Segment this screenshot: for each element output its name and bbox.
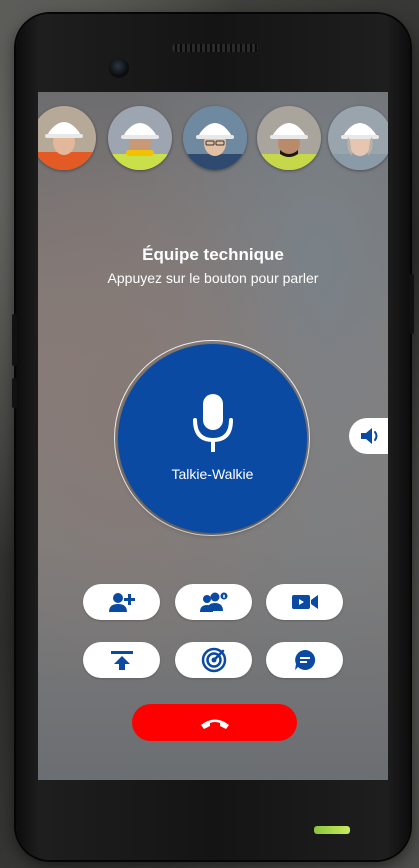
group-info-button[interactable]	[175, 584, 252, 620]
volume-button[interactable]	[349, 418, 388, 454]
avatar-photo	[257, 106, 321, 170]
upload-icon	[110, 651, 133, 670]
group-info-icon	[199, 591, 228, 612]
video-call-icon	[291, 595, 318, 609]
message-icon	[294, 649, 315, 670]
participant-avatar[interactable]	[257, 106, 321, 170]
upload-button[interactable]	[83, 642, 160, 678]
status-light	[314, 826, 350, 834]
avatar-photo	[38, 106, 96, 170]
participant-avatar[interactable]	[38, 106, 96, 170]
participants-strip	[38, 106, 388, 172]
radar-icon	[201, 647, 226, 673]
side-button	[12, 314, 17, 366]
group-subtitle: Appuyez sur le bouton pour parler	[107, 270, 319, 286]
group-title: Équipe technique	[142, 245, 284, 264]
message-button[interactable]	[266, 642, 343, 678]
hang-up-icon	[200, 719, 229, 729]
participant-avatar[interactable]	[183, 106, 247, 170]
ptt-label: Talkie-Walkie	[171, 466, 254, 482]
earpiece-speaker	[172, 44, 258, 52]
speaker-icon	[361, 428, 378, 444]
participant-avatar[interactable]	[108, 106, 172, 170]
avatar-photo	[108, 106, 172, 170]
push-to-talk-button[interactable]: Talkie-Walkie	[118, 344, 307, 533]
app-screen: Équipe technique Appuyez sur le bouton p…	[38, 92, 388, 780]
end-call-button[interactable]	[132, 704, 297, 741]
participant-avatar[interactable]	[328, 106, 388, 170]
radar-button[interactable]	[175, 642, 252, 678]
avatar-photo	[183, 106, 247, 170]
video-call-button[interactable]	[266, 584, 343, 620]
side-button	[409, 274, 414, 334]
front-camera	[109, 58, 129, 78]
add-user-icon	[108, 593, 135, 612]
avatar-photo	[328, 106, 388, 170]
add-participant-button[interactable]	[83, 584, 160, 620]
microphone-icon	[193, 394, 233, 452]
side-button	[12, 378, 17, 408]
